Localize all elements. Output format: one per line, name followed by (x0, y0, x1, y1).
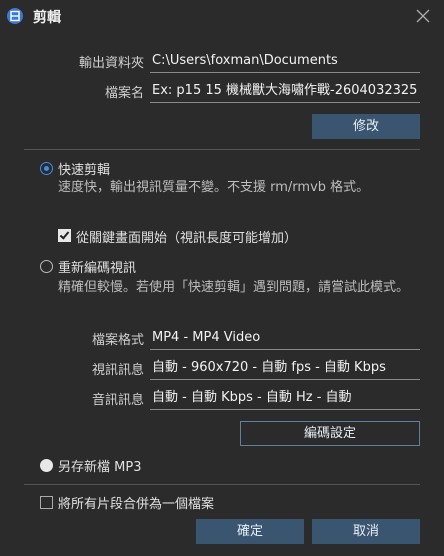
reencode-label[interactable]: 重新編碼視訊 (58, 257, 136, 276)
video-info-label: 視訊訊息 (91, 363, 144, 378)
output-folder-label: 輸出資料夾 (78, 56, 144, 71)
reencode-radio[interactable] (40, 260, 53, 273)
window-title: 剪輯 (33, 10, 61, 26)
app-icon (7, 8, 23, 24)
keyframe-checkbox[interactable] (58, 229, 71, 242)
file-format-field[interactable]: MP4 - MP4 Video (150, 326, 420, 350)
encode-settings-button[interactable]: 編碼設定 (240, 421, 420, 446)
audio-info-field[interactable]: 自動 - 自動 Kbps - 自動 Hz - 自動 (150, 386, 420, 410)
save-mp3-radio[interactable] (40, 459, 53, 472)
divider (24, 484, 420, 485)
ok-button[interactable]: 確定 (196, 519, 304, 544)
quick-cut-label[interactable]: 快速剪輯 (58, 159, 110, 178)
keyframe-checkbox-label[interactable]: 從關鍵畫面開始（視訊長度可能增加） (76, 227, 297, 246)
quick-cut-description: 速度快，輸出視訊質量不變。不支援 rm/rmvb 格式。 (58, 180, 370, 195)
merge-checkbox-label[interactable]: 將所有片段合併為一個檔案 (58, 493, 214, 512)
quick-cut-radio[interactable] (40, 162, 53, 175)
divider (24, 149, 420, 150)
file-format-label: 檔案格式 (91, 333, 144, 348)
cancel-button[interactable]: 取消 (312, 519, 420, 544)
filename-label: 檔案名 (104, 86, 144, 101)
title-bar: 剪輯 (0, 0, 444, 32)
merge-checkbox[interactable] (40, 496, 53, 509)
modify-button[interactable]: 修改 (312, 114, 420, 139)
close-icon[interactable] (414, 7, 432, 25)
filename-field[interactable]: Ex: p15 15 機械獸大海嘯作戰-2604032325 (150, 79, 420, 103)
save-mp3-label[interactable]: 另存新檔 MP3 (58, 456, 141, 475)
video-info-field[interactable]: 自動 - 960x720 - 自動 fps - 自動 Kbps (150, 356, 420, 380)
reencode-description: 精確但較慢。若使用「快速剪輯」遇到問題，請嘗試此模式。 (58, 280, 410, 295)
audio-info-label: 音訊訊息 (91, 393, 144, 408)
output-folder-field[interactable]: C:\Users\foxman\Documents (150, 49, 420, 73)
